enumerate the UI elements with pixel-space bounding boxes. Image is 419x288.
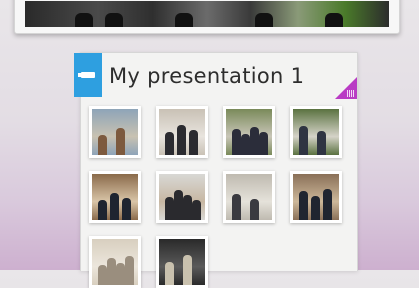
grid-icon [347, 90, 354, 97]
photo-figure [232, 129, 241, 155]
photo-figure [177, 125, 186, 155]
thumbnail-8[interactable] [290, 171, 342, 223]
thumbnail-6[interactable] [156, 171, 208, 223]
photo-figure [250, 199, 259, 220]
photo-figure [250, 127, 259, 155]
photo-figure [165, 197, 174, 220]
thumbnail-image [293, 109, 339, 155]
photo-figure [299, 191, 308, 220]
photo-figure [259, 132, 268, 155]
photo-figure [98, 135, 107, 155]
photo-figure [165, 132, 174, 155]
photo-figure [107, 258, 116, 285]
thumbnail-3[interactable] [223, 106, 275, 158]
thumbnail-4[interactable] [290, 106, 342, 158]
photo-figure [189, 130, 198, 155]
photo-figure [98, 265, 107, 285]
thumbnail-image [226, 109, 272, 155]
thumbnail-2[interactable] [156, 106, 208, 158]
photo-figure [125, 256, 134, 285]
presentation-title[interactable]: My presentation 1 [109, 57, 304, 95]
photo-figure [311, 196, 320, 220]
thumbnail-image [293, 174, 339, 220]
thumbnail-image [159, 239, 205, 285]
previous-presentation-photo [25, 1, 389, 27]
thumbnail-image [226, 174, 272, 220]
thumbnail-9[interactable] [89, 236, 141, 288]
photo-figure [183, 195, 192, 220]
photo-figure [122, 198, 131, 220]
photo-figure [192, 200, 201, 220]
thumbnail-image [159, 174, 205, 220]
thumbnail-image [92, 174, 138, 220]
photo-figure [174, 190, 183, 220]
thumbnail-10[interactable] [156, 236, 208, 288]
photo-figure [241, 134, 250, 155]
thumbnail-1[interactable] [89, 106, 141, 158]
photo-figure [116, 128, 125, 155]
photo-figure [116, 263, 125, 285]
thumbnail-image [92, 239, 138, 285]
photo-figure [299, 126, 308, 155]
thumbnail-image [92, 109, 138, 155]
presentation-icon [78, 72, 95, 78]
photo-figure [232, 194, 241, 220]
presentation-panel: My presentation 1 [74, 52, 358, 288]
photo-figure [323, 189, 332, 220]
thumbnail-5[interactable] [89, 171, 141, 223]
photo-figure [165, 262, 174, 285]
photo-figure [110, 193, 119, 220]
photo-figure [98, 200, 107, 220]
thumbnail-7[interactable] [223, 171, 275, 223]
previous-presentation-card[interactable] [14, 0, 400, 34]
photo-figure [317, 131, 326, 155]
photo-figure [183, 255, 192, 285]
presentation-tab[interactable] [74, 53, 102, 97]
thumbnail-image [159, 109, 205, 155]
